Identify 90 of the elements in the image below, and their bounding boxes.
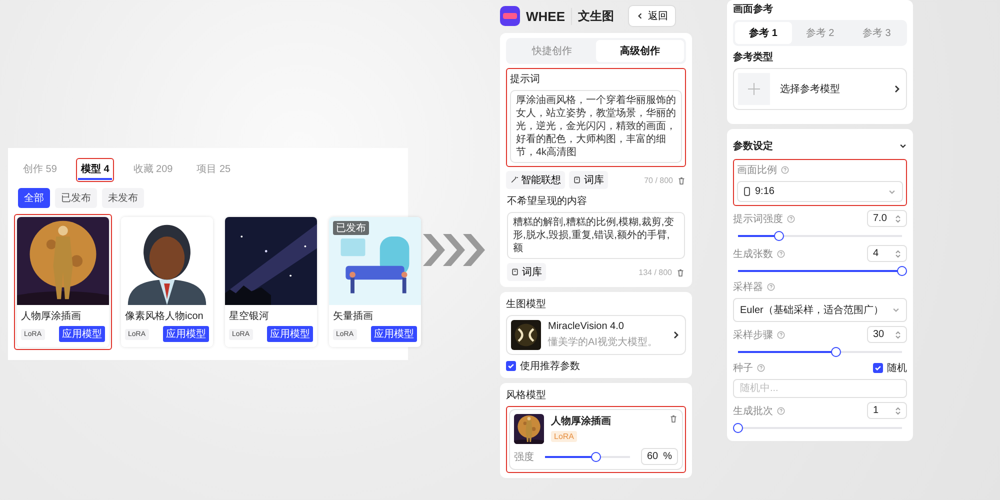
tab[interactable]: 高级创作 xyxy=(596,40,684,62)
status-badge: 已发布 xyxy=(333,221,369,235)
model-title: 星空银河 xyxy=(229,310,270,323)
slider-thumb[interactable] xyxy=(733,423,743,433)
section-label: 不希望呈现的内容 xyxy=(507,194,588,208)
brand-name: WHEE xyxy=(526,8,565,24)
strength-label: 强度 xyxy=(514,450,534,464)
apply-button[interactable]: 应用模型 xyxy=(163,326,209,342)
number-input[interactable]: 7.0 xyxy=(867,210,907,227)
filter-chip[interactable]: 未发布 xyxy=(102,188,144,208)
tab[interactable]: 参考 1 xyxy=(735,22,792,44)
help-icon xyxy=(787,214,795,222)
model-title: 矢量插画 xyxy=(333,310,374,323)
param-label: 提示词强度 xyxy=(733,212,783,226)
stepper-icon[interactable] xyxy=(895,330,901,340)
param-label: 生成张数 xyxy=(733,248,773,260)
stepper-icon[interactable] xyxy=(895,406,901,416)
trash-icon[interactable] xyxy=(677,176,686,184)
book-icon xyxy=(511,268,519,276)
triple-chevron-icon xyxy=(423,234,485,266)
checkbox[interactable] xyxy=(506,361,516,371)
model-name: MiracleVision 4.0 xyxy=(548,321,625,332)
section-label: 提示词 xyxy=(510,73,541,86)
stepper-icon[interactable] xyxy=(895,248,901,258)
checkbox[interactable] xyxy=(873,363,883,373)
strength-input[interactable]: 60 % xyxy=(640,448,678,465)
section-label: 参考类型 xyxy=(733,50,774,64)
chevron-right-icon xyxy=(892,84,902,94)
section-label: 画面参考 xyxy=(733,2,774,16)
model-tag: LoRA xyxy=(551,431,578,442)
param-label: 生成批次 xyxy=(733,404,773,418)
chevron-down-icon xyxy=(899,142,907,150)
number-input[interactable]: 4 xyxy=(867,245,907,262)
tool-button[interactable]: 词库 xyxy=(569,171,608,189)
ratio-select[interactable]: 9:16 xyxy=(737,181,903,202)
model-title: 像素风格人物icon xyxy=(125,310,204,323)
tool-button[interactable]: 词库 xyxy=(507,263,546,281)
character-count: 134 / 800 xyxy=(638,268,672,276)
number-input[interactable]: 30 xyxy=(867,326,907,343)
chevron-down-icon xyxy=(892,306,900,314)
style-name: 人物厚涂插画 xyxy=(551,414,612,428)
section-label: 风格模型 xyxy=(506,388,547,402)
page-title: 文生图 xyxy=(571,8,614,24)
phone-icon xyxy=(744,187,750,196)
slider-thumb[interactable] xyxy=(831,347,842,357)
help-icon xyxy=(777,406,785,414)
apply-button[interactable]: 应用模型 xyxy=(59,326,105,342)
filter-chip[interactable]: 已发布 xyxy=(55,188,97,208)
slider-thumb[interactable] xyxy=(897,266,907,276)
trash-icon[interactable] xyxy=(669,414,678,423)
reference-picker[interactable]: 选择参考模型 xyxy=(733,68,907,110)
model-title: 人物厚涂插画 xyxy=(21,310,82,323)
tab[interactable]: 模型 4 xyxy=(78,160,112,180)
section-label: 生图模型 xyxy=(506,298,547,311)
param-label: 种子 xyxy=(733,362,753,375)
filter-chip[interactable]: 全部 xyxy=(18,188,50,208)
trash-icon[interactable] xyxy=(676,268,685,276)
help-icon xyxy=(777,250,785,258)
plus-icon xyxy=(747,82,761,96)
param-label: 画面比例 xyxy=(737,164,777,177)
model-selector[interactable]: MiracleVision 4.0 懂美学的AI视觉大模型。 xyxy=(506,315,686,355)
number-input[interactable]: 1 xyxy=(867,402,907,419)
section-label: 参数设定 xyxy=(733,139,773,153)
wand-icon xyxy=(510,176,518,184)
help-icon xyxy=(757,364,765,372)
apply-button[interactable]: 应用模型 xyxy=(267,326,313,342)
help-icon xyxy=(767,283,775,291)
stepper-icon[interactable] xyxy=(895,214,901,224)
apply-button[interactable]: 应用模型 xyxy=(371,326,417,342)
seed-field[interactable]: 随机中... xyxy=(733,379,907,398)
chevron-right-icon xyxy=(671,330,681,340)
help-icon xyxy=(777,330,785,338)
param-label: 采样器 xyxy=(733,280,763,294)
help-icon xyxy=(781,166,789,174)
param-label: 采样步骤 xyxy=(733,328,773,342)
chevron-left-icon xyxy=(636,12,644,20)
checkbox-label: 使用推荐参数 xyxy=(520,360,580,373)
app-logo-icon xyxy=(500,6,520,26)
character-count: 70 / 800 xyxy=(644,176,673,184)
back-button[interactable]: 返回 xyxy=(628,5,676,27)
chevron-down-icon xyxy=(888,188,896,196)
model-description: 懂美学的AI视觉大模型。 xyxy=(548,336,658,349)
sampler-select[interactable]: Euler（基础采样，适合范围广） xyxy=(733,298,907,322)
negative-prompt-field[interactable]: 糟糕的解剖,糟糕的比例,模糊,裁剪,变形,脱水,毁损,重复,错误,额外的手臂,额 xyxy=(507,212,685,259)
tool-button[interactable]: 智能联想 xyxy=(506,171,565,189)
slider-thumb[interactable] xyxy=(590,452,601,462)
book-icon xyxy=(573,176,581,184)
prompt-field[interactable]: 厚涂油画风格，一个穿着华丽服饰的女人，站立姿势，教堂场景，华丽的光，逆光，金光闪闪，精致的画面，好看的配色，大师构图，丰富的细节，4k高清图 xyxy=(510,90,682,163)
checkbox-label: 随机 xyxy=(887,362,907,375)
slider-thumb[interactable] xyxy=(774,231,784,241)
